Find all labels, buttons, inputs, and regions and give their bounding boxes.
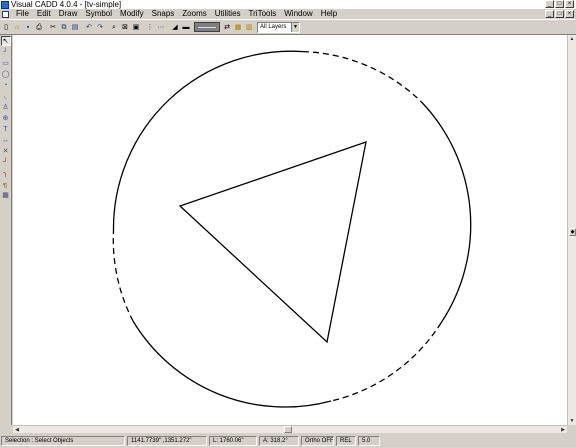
menu-tritools[interactable]: TriTools [245, 9, 281, 19]
menu-edit[interactable]: Edit [33, 9, 55, 19]
menu-bar: File Edit Draw Symbol Modify Snaps Zooms… [0, 9, 576, 19]
open-file-icon[interactable]: ⌂ [12, 22, 22, 33]
menu-zooms[interactable]: Zooms [178, 9, 210, 19]
circle-tool-icon[interactable]: ◯ [1, 69, 11, 79]
curve-tool-icon[interactable]: ◟ [1, 91, 11, 101]
window-title: Visual CADD 4.0.4 - [tv-simple] [11, 0, 122, 9]
symbol-tool-icon[interactable]: ♙ [1, 102, 11, 112]
menu-draw[interactable]: Draw [55, 9, 82, 19]
circle-arc-dashed-1 [302, 50, 422, 103]
menu-symbol[interactable]: Symbol [81, 9, 116, 19]
pen-icon[interactable]: ▬ [181, 22, 191, 33]
minimize-button[interactable]: _ [545, 0, 554, 8]
rectangle-tool-icon[interactable]: ▭ [1, 58, 11, 68]
new-file-icon[interactable]: ▯ [1, 22, 11, 33]
save-icon[interactable]: ▪ [23, 22, 33, 33]
scroll-down-icon[interactable]: ▼ [568, 417, 576, 425]
grid-icon[interactable]: ⋮ [145, 22, 155, 33]
zoom-fit-icon[interactable]: ▣ [131, 22, 141, 33]
history-tools: ↶ ↷ [84, 22, 106, 33]
paste-icon[interactable]: ▤ [70, 22, 80, 33]
style-tools: ◢ ▬ [170, 22, 222, 33]
circle-arc-solid-1 [112, 50, 304, 232]
edit-tools: ✂ ⧉ ▤ [48, 22, 81, 33]
circle-arc-dashed-2 [330, 322, 442, 402]
drawing-svg [112, 50, 472, 408]
layer-dropdown[interactable]: All Layers ▼ [257, 21, 300, 33]
close-button[interactable]: × [565, 0, 574, 8]
maximize-button[interactable]: □ [555, 0, 564, 8]
drawing-canvas[interactable] [13, 35, 567, 425]
line-style-select[interactable] [194, 22, 220, 32]
status-prompt: Selection : Select Objects [1, 435, 125, 446]
layer-tools: ⇄ ▦ ▥ All Layers ▼ [222, 21, 300, 33]
layer-manager-icon[interactable]: ⇄ [222, 22, 232, 33]
zoom-window-icon[interactable]: ⌕ [109, 22, 119, 33]
circle-arc-solid-3 [132, 320, 332, 408]
chevron-down-icon[interactable]: ▼ [291, 22, 299, 32]
status-angle: A: 318.2° [259, 435, 299, 446]
status-coordinates: 1141.7739" ,1351.272" [127, 435, 207, 446]
scroll-right-icon[interactable]: ▶ [559, 426, 567, 434]
main-toolbar: ▯ ⌂ ▪ ⎙ ✂ ⧉ ▤ ↶ ↷ ⌕ ⊠ ▣ ⋮ ⋯ ◢ ▬ ⇄ ▦ ▥ Al… [0, 19, 576, 35]
document-window-controls: _ □ × [545, 10, 574, 18]
title-bar: Visual CADD 4.0.4 - [tv-simple] _ □ × [0, 0, 576, 9]
horizontal-scrollbar[interactable]: ◀ ▶ [13, 425, 567, 433]
file-tools: ▯ ⌂ ▪ ⎙ [1, 22, 45, 33]
document-icon[interactable] [2, 10, 9, 18]
drawing-tool-palette: ↖ ┘ ▭ ◯ ◔ ◟ ♙ ⊕ T ↔ ✕ ╯ ╮ ╗ ▦ [0, 35, 12, 425]
hatch-tool-icon[interactable]: ⊕ [1, 113, 11, 123]
app-icon [1, 0, 9, 9]
status-length: L: 1760.06" [209, 435, 257, 446]
line-tool-icon[interactable]: ┘ [1, 47, 11, 57]
color-icon[interactable]: ◢ [170, 22, 180, 33]
menu-file[interactable]: File [12, 9, 33, 19]
menu-help[interactable]: Help [317, 9, 341, 19]
relative-mode-toggle[interactable]: REL [336, 435, 356, 446]
print-icon[interactable]: ⎙ [34, 22, 44, 33]
menu-modify[interactable]: Modify [116, 9, 148, 19]
undo-icon[interactable]: ↶ [84, 22, 94, 33]
text-tool-icon[interactable]: T [1, 124, 11, 134]
circle-arc-solid-2 [421, 101, 472, 324]
snap-grid-icon[interactable]: ⋯ [156, 22, 166, 33]
ortho-toggle[interactable]: Ortho OFF [301, 435, 334, 446]
select-tool-icon[interactable]: ↖ [0, 36, 11, 46]
layer-stack-icon[interactable]: ▦ [233, 22, 243, 33]
circle-arc-dashed-3 [112, 230, 134, 322]
scroll-left-icon[interactable]: ◀ [13, 426, 21, 434]
menu-utilities[interactable]: Utilities [211, 9, 245, 19]
menu-snaps[interactable]: Snaps [148, 9, 179, 19]
grid-tools: ⋮ ⋯ [145, 22, 167, 33]
status-scale: 5.0 [358, 435, 380, 446]
trim-tool-icon[interactable]: ✕ [1, 146, 11, 156]
redo-icon[interactable]: ↷ [95, 22, 105, 33]
menu-window[interactable]: Window [280, 9, 316, 19]
dimension-tool-icon[interactable]: ↔ [1, 135, 11, 145]
offset-tool-icon[interactable]: ╗ [1, 179, 11, 189]
vertical-scrollbar[interactable]: ▲ ◆ ▼ [567, 35, 576, 425]
layer-dropdown-value: All Layers [260, 23, 287, 30]
triangle-entity[interactable] [178, 141, 367, 344]
window-controls: _ □ × [545, 0, 574, 8]
layer-list-icon[interactable]: ▥ [244, 22, 254, 33]
properties-tool-icon[interactable]: ▦ [1, 190, 11, 200]
doc-minimize-button[interactable]: _ [545, 10, 554, 18]
chamfer-tool-icon[interactable]: ╮ [1, 168, 11, 178]
doc-restore-button[interactable]: □ [555, 10, 564, 18]
scrollbar-corner [567, 425, 576, 433]
scroll-up-icon[interactable]: ▲ [568, 35, 576, 43]
cut-icon[interactable]: ✂ [48, 22, 58, 33]
doc-close-button[interactable]: × [565, 10, 574, 18]
vertical-scroll-thumb[interactable]: ◆ [569, 228, 576, 236]
fillet-tool-icon[interactable]: ╯ [1, 157, 11, 167]
arc-tool-icon[interactable]: ◔ [1, 80, 11, 90]
status-bar: Selection : Select Objects 1141.7739" ,1… [0, 434, 576, 447]
copy-icon[interactable]: ⧉ [59, 22, 69, 33]
zoom-all-icon[interactable]: ⊠ [120, 22, 130, 33]
circle-entity[interactable] [112, 50, 472, 408]
horizontal-scroll-thumb[interactable] [284, 426, 292, 433]
zoom-tools: ⌕ ⊠ ▣ [109, 22, 142, 33]
